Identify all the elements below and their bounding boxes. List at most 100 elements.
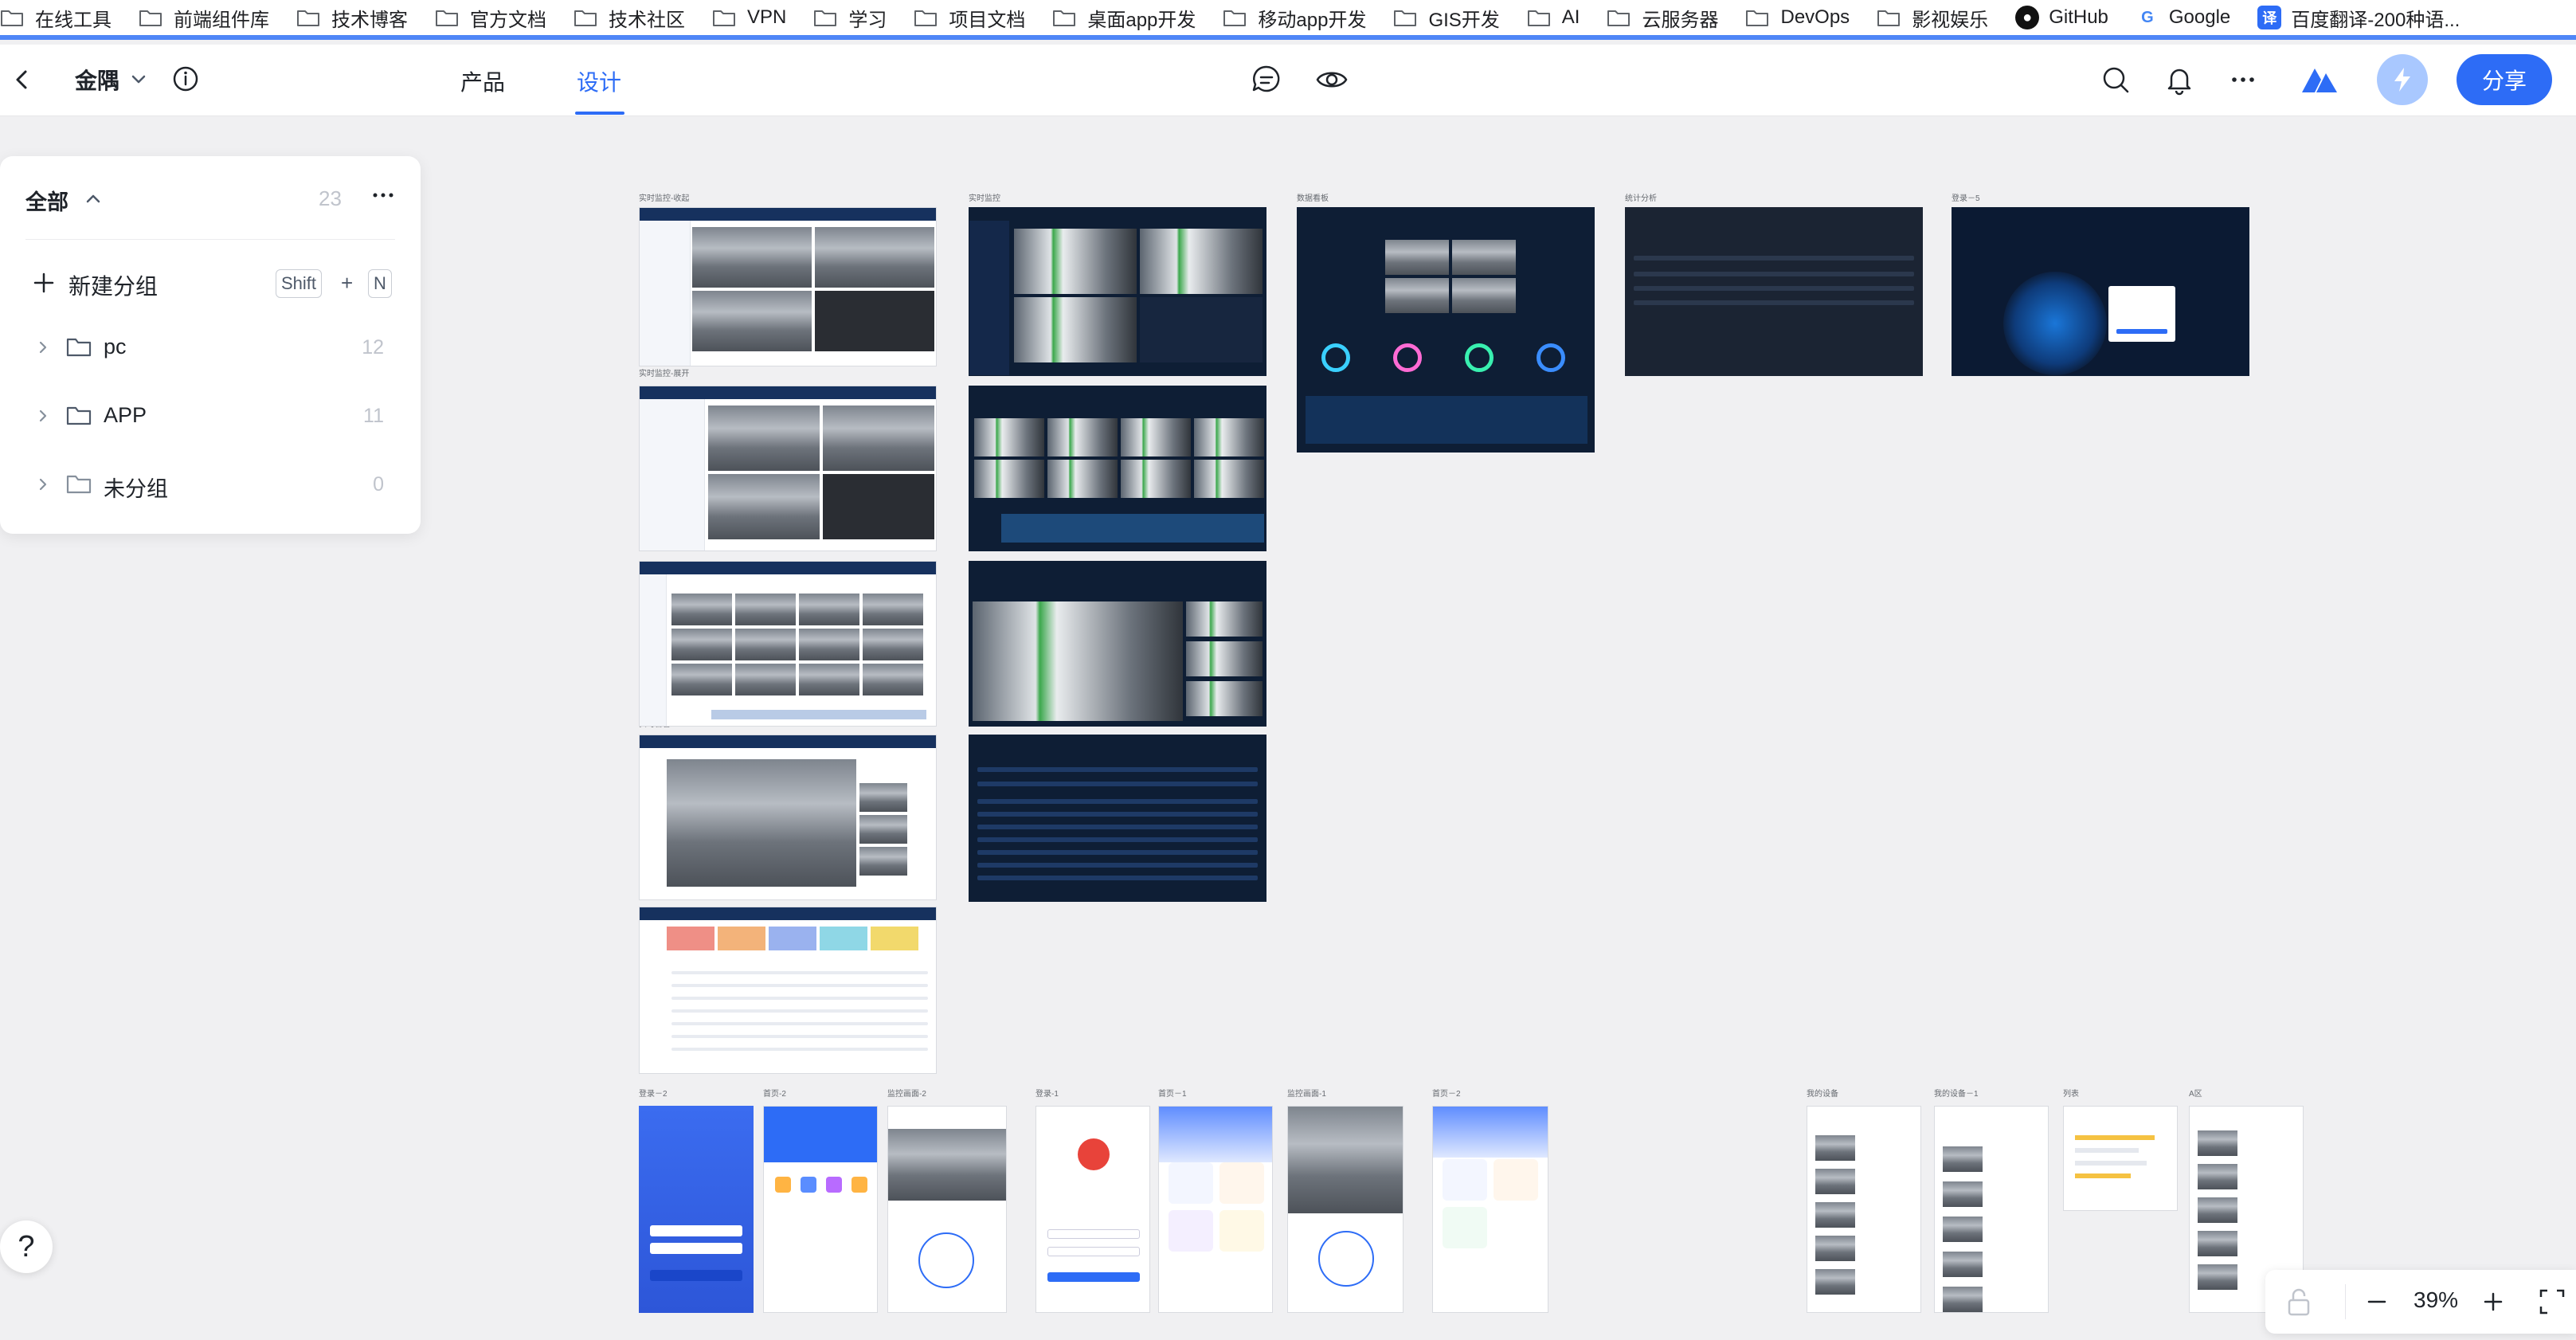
bookmark-item[interactable]: 在线工具 <box>0 0 112 35</box>
lightning-icon[interactable] <box>2377 54 2428 105</box>
artboard-thumbnail[interactable] <box>1432 1106 1548 1313</box>
tab-product[interactable]: 产品 <box>460 65 505 97</box>
group-item-ungrouped[interactable]: 未分组 0 <box>0 460 421 508</box>
all-groups-count: 23 <box>319 186 342 210</box>
artboard-thumbnail[interactable] <box>969 561 1266 727</box>
more-icon[interactable] <box>368 183 398 207</box>
chevron-right-icon <box>39 341 47 354</box>
bookmark-item[interactable]: 学习 <box>813 0 887 35</box>
zoom-out-button[interactable] <box>2361 1286 2393 1318</box>
bookmark-label: VPN <box>747 6 787 28</box>
artboard-thumbnail[interactable] <box>639 386 937 551</box>
artboard-thumbnail[interactable] <box>969 735 1266 902</box>
frame-label: 列表 <box>2063 1090 2079 1099</box>
chevron-up-icon[interactable] <box>83 188 104 209</box>
frame-label: 我的设备 <box>1807 1090 1838 1099</box>
artboard-thumbnail[interactable] <box>969 207 1266 376</box>
artboard-thumbnail[interactable] <box>639 907 937 1074</box>
info-icon[interactable] <box>170 64 201 94</box>
bell-icon[interactable] <box>2162 62 2197 97</box>
bookmarks-bar: 在线工具 前端组件库 技术博客 官方文档 技术社区 VPN 学习 项目文档 桌面app开发 移动a… <box>0 0 2576 40</box>
project-name[interactable]: 金隅 <box>75 64 119 96</box>
bookmark-item[interactable]: 移动app开发 <box>1223 0 1366 35</box>
bookmark-label: 技术社区 <box>609 9 685 31</box>
bookmark-item[interactable]: 译百度翻译-200种语... <box>2257 0 2460 35</box>
shortcut-key-n: N <box>368 269 392 298</box>
help-button[interactable]: ? <box>0 1220 53 1273</box>
folder-icon <box>712 8 736 27</box>
artboard-thumbnail[interactable] <box>639 207 937 366</box>
bookmark-label: 百度翻译-200种语... <box>2291 9 2461 31</box>
folder-icon <box>66 475 92 494</box>
preview-eye-icon[interactable] <box>1314 62 1349 97</box>
artboard-thumbnail[interactable] <box>1287 1106 1403 1313</box>
bookmark-item[interactable]: VPN <box>712 0 786 35</box>
bookmark-item[interactable]: DevOps <box>1745 0 1850 35</box>
brand-logo-icon[interactable] <box>2297 62 2342 97</box>
folder-icon <box>66 406 92 425</box>
new-group-button[interactable]: 新建分组 <box>69 269 158 301</box>
bookmark-item[interactable]: AI <box>1527 0 1580 35</box>
share-button[interactable]: 分享 <box>2457 54 2552 105</box>
more-icon[interactable] <box>2226 62 2261 97</box>
bookmark-item[interactable]: 影视娱乐 <box>1877 0 1988 35</box>
app-header: 金隅 产品 设计 分享 <box>0 45 2576 116</box>
group-count: 12 <box>362 336 384 359</box>
artboard-thumbnail[interactable] <box>887 1106 1007 1313</box>
group-item-app[interactable]: APP 11 <box>0 392 421 440</box>
artboard-thumbnail[interactable] <box>1297 207 1595 453</box>
bookmark-label: 前端组件库 <box>174 9 269 31</box>
artboard-thumbnail[interactable] <box>639 561 937 727</box>
frame-label: 登录－5 <box>1952 194 1980 203</box>
bookmark-item[interactable]: 桌面app开发 <box>1052 0 1196 35</box>
bookmark-label: AI <box>1561 6 1580 28</box>
chevron-left-icon <box>16 70 27 89</box>
frame-label: 我的设备－1 <box>1934 1090 1979 1099</box>
bookmark-label: 项目文档 <box>949 9 1026 31</box>
lock-icon[interactable] <box>2283 1284 2315 1319</box>
folder-icon <box>0 8 24 27</box>
zoom-in-button[interactable] <box>2477 1286 2509 1318</box>
artboard-thumbnail[interactable] <box>763 1106 878 1313</box>
group-name: 未分组 <box>104 477 168 501</box>
active-tab-indicator <box>575 112 624 115</box>
shortcut-key-shift: Shift <box>276 269 323 298</box>
bookmark-item[interactable]: 项目文档 <box>914 0 1025 35</box>
artboard-thumbnail[interactable] <box>2063 1106 2178 1211</box>
tab-design[interactable]: 设计 <box>577 65 621 97</box>
back-button[interactable] <box>8 64 40 96</box>
folder-icon <box>296 8 320 27</box>
bookmark-item[interactable]: GIS开发 <box>1393 0 1500 35</box>
artboard-thumbnail[interactable] <box>1035 1106 1150 1313</box>
fullscreen-icon[interactable] <box>2536 1286 2568 1318</box>
artboard-thumbnail[interactable] <box>639 1106 754 1313</box>
artboard-thumbnail[interactable] <box>1625 207 1923 376</box>
artboard-thumbnail[interactable] <box>1807 1106 1921 1313</box>
chevron-down-icon[interactable] <box>127 69 150 91</box>
all-groups-label[interactable]: 全部 <box>25 185 69 216</box>
plus-icon[interactable] <box>32 271 56 295</box>
comment-icon[interactable] <box>1249 62 1284 97</box>
artboard-thumbnail[interactable] <box>1952 207 2249 376</box>
search-icon[interactable] <box>2098 62 2133 97</box>
bookmark-item[interactable]: ● GitHub <box>2015 0 2108 35</box>
frame-label: 实时监控-收起 <box>639 194 690 203</box>
artboard-thumbnail[interactable] <box>1158 1106 1273 1313</box>
bookmark-item[interactable]: 前端组件库 <box>139 0 269 35</box>
frame-label: 实时监控-展开 <box>639 370 690 378</box>
bookmark-item[interactable]: 技术社区 <box>574 0 685 35</box>
group-item-pc[interactable]: pc 12 <box>0 323 421 371</box>
bookmark-label: DevOps <box>1780 6 1850 28</box>
bookmark-label: 技术博客 <box>331 9 408 31</box>
bookmark-item[interactable]: 技术博客 <box>296 0 408 35</box>
bookmark-item[interactable]: 云服务器 <box>1607 0 1718 35</box>
folder-icon <box>813 8 837 27</box>
artboard-thumbnail[interactable] <box>639 735 937 900</box>
zoom-level[interactable]: 39% <box>2414 1287 2458 1313</box>
frame-label: 首页-2 <box>763 1090 786 1099</box>
artboard-thumbnail[interactable] <box>1934 1106 2049 1313</box>
bookmark-item[interactable]: G Google <box>2136 0 2230 35</box>
frame-label: 监控画面-1 <box>1287 1090 1326 1099</box>
bookmark-item[interactable]: 官方文档 <box>435 0 546 35</box>
artboard-thumbnail[interactable] <box>969 386 1266 551</box>
